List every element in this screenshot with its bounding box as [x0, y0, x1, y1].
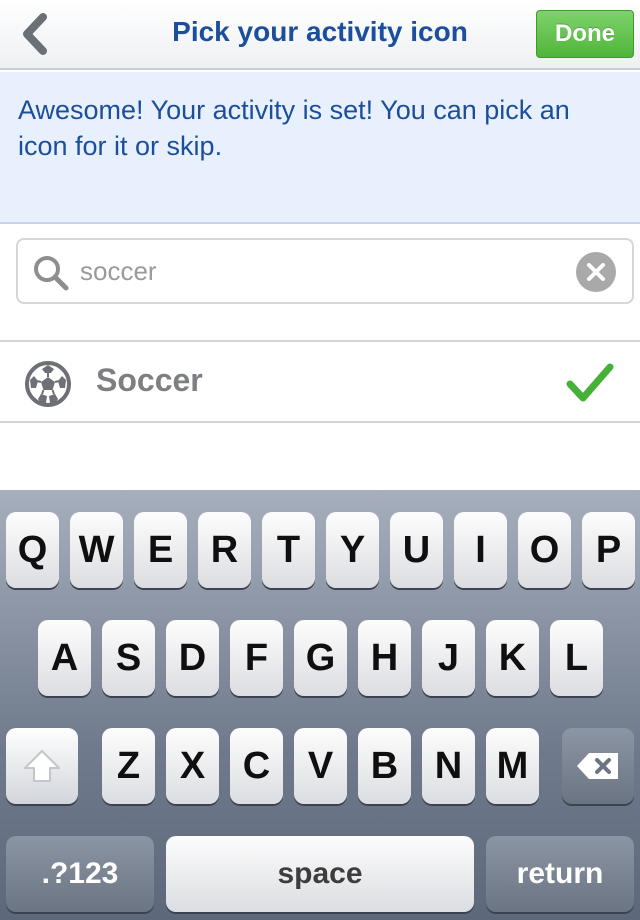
key-j[interactable]: J [422, 620, 475, 696]
key-c[interactable]: C [230, 728, 283, 804]
backspace-icon [577, 753, 618, 779]
backspace-key[interactable] [562, 728, 634, 804]
info-panel: Awesome! Your activity is set! You can p… [0, 72, 640, 224]
key-a[interactable]: A [38, 620, 91, 696]
list-item-label: Soccer [96, 362, 203, 398]
key-m[interactable]: M [486, 728, 539, 804]
search-input[interactable] [80, 240, 560, 302]
info-message: Awesome! Your activity is set! You can p… [18, 95, 570, 161]
key-s[interactable]: S [102, 620, 155, 696]
key-x[interactable]: X [166, 728, 219, 804]
key-f[interactable]: F [230, 620, 283, 696]
key-v[interactable]: V [294, 728, 347, 804]
key-d[interactable]: D [166, 620, 219, 696]
search-bar[interactable] [16, 238, 634, 304]
key-p[interactable]: P [582, 512, 635, 588]
key-z[interactable]: Z [102, 728, 155, 804]
key-q[interactable]: Q [6, 512, 59, 588]
key-n[interactable]: N [422, 728, 475, 804]
soccer-ball-icon [25, 361, 71, 407]
nav-bar: Pick your activity icon Done [0, 0, 640, 70]
numbers-key[interactable]: .?123 [6, 836, 154, 912]
clear-search-button[interactable] [576, 252, 616, 292]
key-o[interactable]: O [518, 512, 571, 588]
key-i[interactable]: I [454, 512, 507, 588]
key-k[interactable]: K [486, 620, 539, 696]
shift-icon [24, 750, 60, 782]
key-l[interactable]: L [550, 620, 603, 696]
clear-icon [587, 263, 605, 281]
key-w[interactable]: W [70, 512, 123, 588]
keyboard: Q W E R T Y U I O P A S D F G H J K L Z … [0, 490, 640, 920]
done-button[interactable]: Done [536, 10, 634, 58]
key-b[interactable]: B [358, 728, 411, 804]
key-e[interactable]: E [134, 512, 187, 588]
checkmark-icon [566, 363, 614, 402]
key-t[interactable]: T [262, 512, 315, 588]
return-key[interactable]: return [486, 836, 634, 912]
key-g[interactable]: G [294, 620, 347, 696]
search-icon [34, 256, 69, 291]
key-u[interactable]: U [390, 512, 443, 588]
key-y[interactable]: Y [326, 512, 379, 588]
key-r[interactable]: R [198, 512, 251, 588]
list-item-soccer[interactable]: Soccer [0, 340, 640, 423]
key-h[interactable]: H [358, 620, 411, 696]
shift-key[interactable] [6, 728, 78, 804]
space-key[interactable]: space [166, 836, 474, 912]
